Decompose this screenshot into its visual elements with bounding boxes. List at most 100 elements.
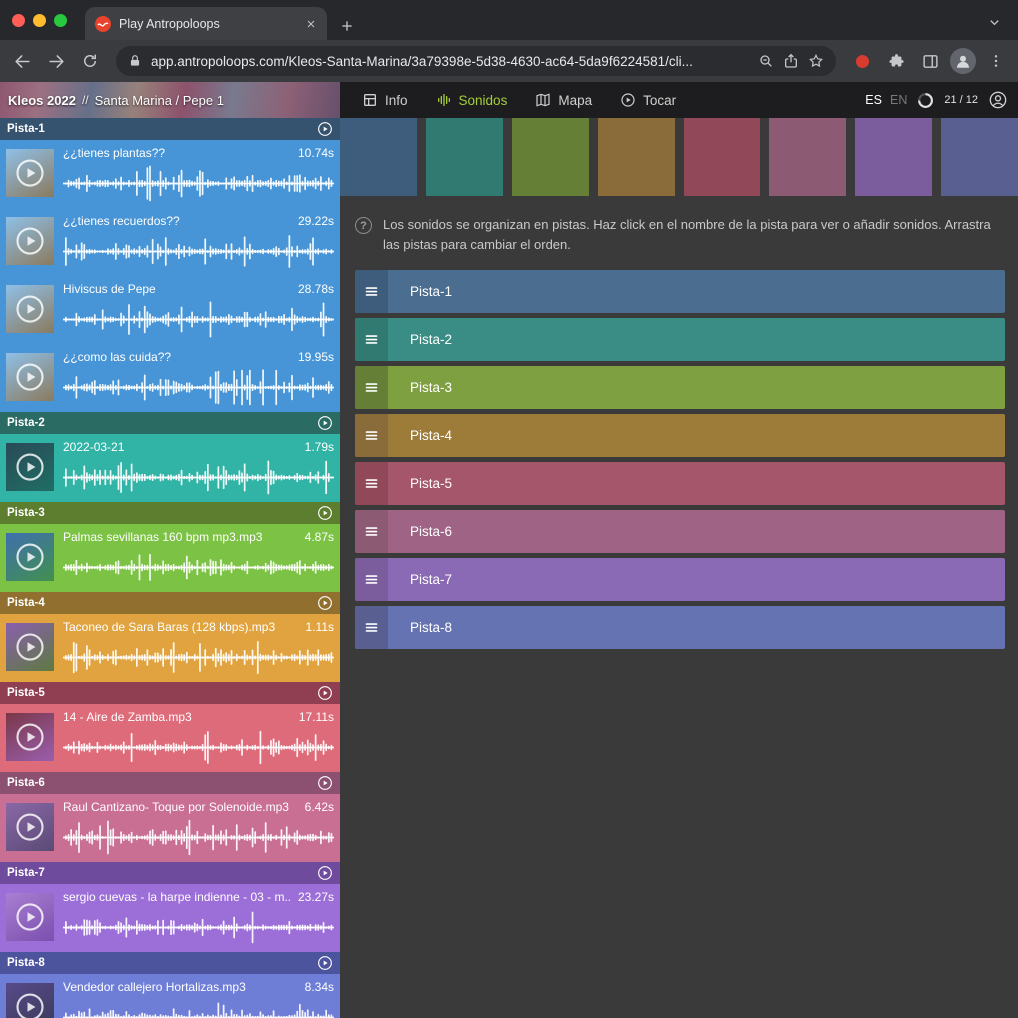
track-bar-pista-3[interactable]: Pista-3: [355, 366, 1005, 409]
zoom-icon[interactable]: [758, 53, 774, 69]
side-panel-icon[interactable]: [916, 47, 944, 75]
track-tile-pista-4[interactable]: [598, 118, 675, 196]
maximize-window-button[interactable]: [54, 14, 67, 27]
sound-row[interactable]: 2022-03-211.79s: [0, 434, 340, 502]
track-bar-label: Pista-1: [410, 284, 452, 299]
track-tile-pista-5[interactable]: [684, 118, 761, 196]
profile-avatar[interactable]: [950, 48, 976, 74]
play-track-button[interactable]: [317, 775, 333, 791]
sound-row[interactable]: ¿¿como las cuida??19.95s: [0, 344, 340, 412]
track-bar-pista-1[interactable]: Pista-1: [355, 270, 1005, 313]
track-header[interactable]: Pista-7: [0, 862, 340, 884]
play-track-button[interactable]: [317, 505, 333, 521]
play-track-button[interactable]: [317, 955, 333, 971]
track-tile-pista-2[interactable]: [426, 118, 503, 196]
new-tab-button[interactable]: [339, 18, 355, 34]
track-header[interactable]: Pista-5: [0, 682, 340, 704]
play-sound-button[interactable]: [6, 803, 54, 851]
play-sound-button[interactable]: [6, 217, 54, 265]
language-es[interactable]: ES: [865, 93, 882, 107]
reload-icon[interactable]: [76, 47, 104, 75]
window-controls: [0, 0, 79, 40]
drag-handle-icon[interactable]: [355, 510, 388, 553]
track-header[interactable]: Pista-8: [0, 952, 340, 974]
track-bar-pista-8[interactable]: Pista-8: [355, 606, 1005, 649]
play-track-button[interactable]: [317, 595, 333, 611]
sound-row[interactable]: Raul Cantizano- Toque por Solenoide.mp36…: [0, 794, 340, 862]
extensions-puzzle-icon[interactable]: [882, 47, 910, 75]
minimize-window-button[interactable]: [33, 14, 46, 27]
track-bar-pista-6[interactable]: Pista-6: [355, 510, 1005, 553]
track-bar-pista-7[interactable]: Pista-7: [355, 558, 1005, 601]
play-track-button[interactable]: [317, 121, 333, 137]
play-sound-button[interactable]: [6, 443, 54, 491]
play-sound-button[interactable]: [6, 533, 54, 581]
address-bar[interactable]: app.antropoloops.com/Kleos-Santa-Marina/…: [116, 46, 836, 76]
sound-row[interactable]: ¿¿tienes recuerdos??29.22s: [0, 208, 340, 276]
play-sound-button[interactable]: [6, 149, 54, 197]
track-bar-pista-5[interactable]: Pista-5: [355, 462, 1005, 505]
sound-row[interactable]: Taconeo de Sara Baras (128 kbps).mp31.11…: [0, 614, 340, 682]
share-icon[interactable]: [783, 53, 799, 69]
play-sound-button[interactable]: [6, 893, 54, 941]
play-sound-button[interactable]: [6, 353, 54, 401]
account-icon[interactable]: [988, 90, 1008, 110]
drag-handle-icon[interactable]: [355, 270, 388, 313]
browser-tab[interactable]: Play Antropoloops: [85, 7, 327, 40]
waveform: [63, 907, 334, 948]
sound-duration: 8.34s: [305, 980, 334, 994]
drag-handle-icon[interactable]: [355, 318, 388, 361]
padlock-icon[interactable]: [128, 54, 142, 68]
track-bar-pista-4[interactable]: Pista-4: [355, 414, 1005, 457]
sound-row[interactable]: sergio cuevas - la harpe indienne - 03 -…: [0, 884, 340, 952]
breadcrumb[interactable]: Kleos 2022 // Santa Marina / Pepe 1: [0, 82, 340, 118]
sound-row[interactable]: Palmas sevillanas 160 bpm mp3.mp34.87s: [0, 524, 340, 592]
drag-handle-icon[interactable]: [355, 414, 388, 457]
track-bar-pista-2[interactable]: Pista-2: [355, 318, 1005, 361]
play-track-button[interactable]: [317, 865, 333, 881]
play-sound-button[interactable]: [6, 285, 54, 333]
close-window-button[interactable]: [12, 14, 25, 27]
nav-item-info[interactable]: Info: [362, 92, 408, 108]
sound-row[interactable]: ¿¿tienes plantas??10.74s: [0, 140, 340, 208]
drag-handle-icon[interactable]: [355, 366, 388, 409]
bookmark-star-icon[interactable]: [808, 53, 824, 69]
track-tile-pista-3[interactable]: [512, 118, 589, 196]
play-sound-button[interactable]: [6, 713, 54, 761]
nav-item-sonidos[interactable]: Sonidos: [436, 92, 508, 108]
tab-search-chevron-icon[interactable]: [987, 15, 1002, 30]
track-header[interactable]: Pista-3: [0, 502, 340, 524]
breadcrumb-path[interactable]: Santa Marina / Pepe 1: [95, 93, 224, 108]
track-header[interactable]: Pista-4: [0, 592, 340, 614]
sound-thumbnail: [6, 983, 54, 1018]
track-tile-pista-8[interactable]: [941, 118, 1018, 196]
nav-item-mapa[interactable]: Mapa: [535, 92, 592, 108]
sound-duration: 1.11s: [306, 620, 334, 634]
track-tile-pista-1[interactable]: [340, 118, 417, 196]
tab-close-icon[interactable]: [305, 18, 317, 30]
track-header[interactable]: Pista-6: [0, 772, 340, 794]
breadcrumb-project[interactable]: Kleos 2022: [8, 93, 76, 108]
recorder-extension-icon[interactable]: [848, 47, 876, 75]
track-tile-pista-6[interactable]: [769, 118, 846, 196]
sound-row[interactable]: Hiviscus de Pepe28.78s: [0, 276, 340, 344]
language-en[interactable]: EN: [890, 93, 907, 107]
play-sound-button[interactable]: [6, 623, 54, 671]
menu-kebab-icon[interactable]: [982, 47, 1010, 75]
play-track-button[interactable]: [317, 685, 333, 701]
play-track-button[interactable]: [317, 415, 333, 431]
track-header[interactable]: Pista-1: [0, 118, 340, 140]
sound-row[interactable]: Vendedor callejero Hortalizas.mp38.34s: [0, 974, 340, 1018]
forward-icon[interactable]: [42, 47, 70, 75]
play-sound-button[interactable]: [6, 983, 54, 1018]
nav-item-tocar[interactable]: Tocar: [620, 92, 676, 108]
drag-handle-icon[interactable]: [355, 606, 388, 649]
track-tile-pista-7[interactable]: [855, 118, 932, 196]
sound-row[interactable]: 14 - Aire de Zamba.mp317.11s: [0, 704, 340, 772]
drag-handle-icon[interactable]: [355, 462, 388, 505]
back-icon[interactable]: [8, 47, 36, 75]
url-text[interactable]: app.antropoloops.com/Kleos-Santa-Marina/…: [151, 54, 749, 69]
track-header[interactable]: Pista-2: [0, 412, 340, 434]
drag-handle-icon[interactable]: [355, 558, 388, 601]
track-section-pista-7: Pista-7sergio cuevas - la harpe indienne…: [0, 862, 340, 952]
